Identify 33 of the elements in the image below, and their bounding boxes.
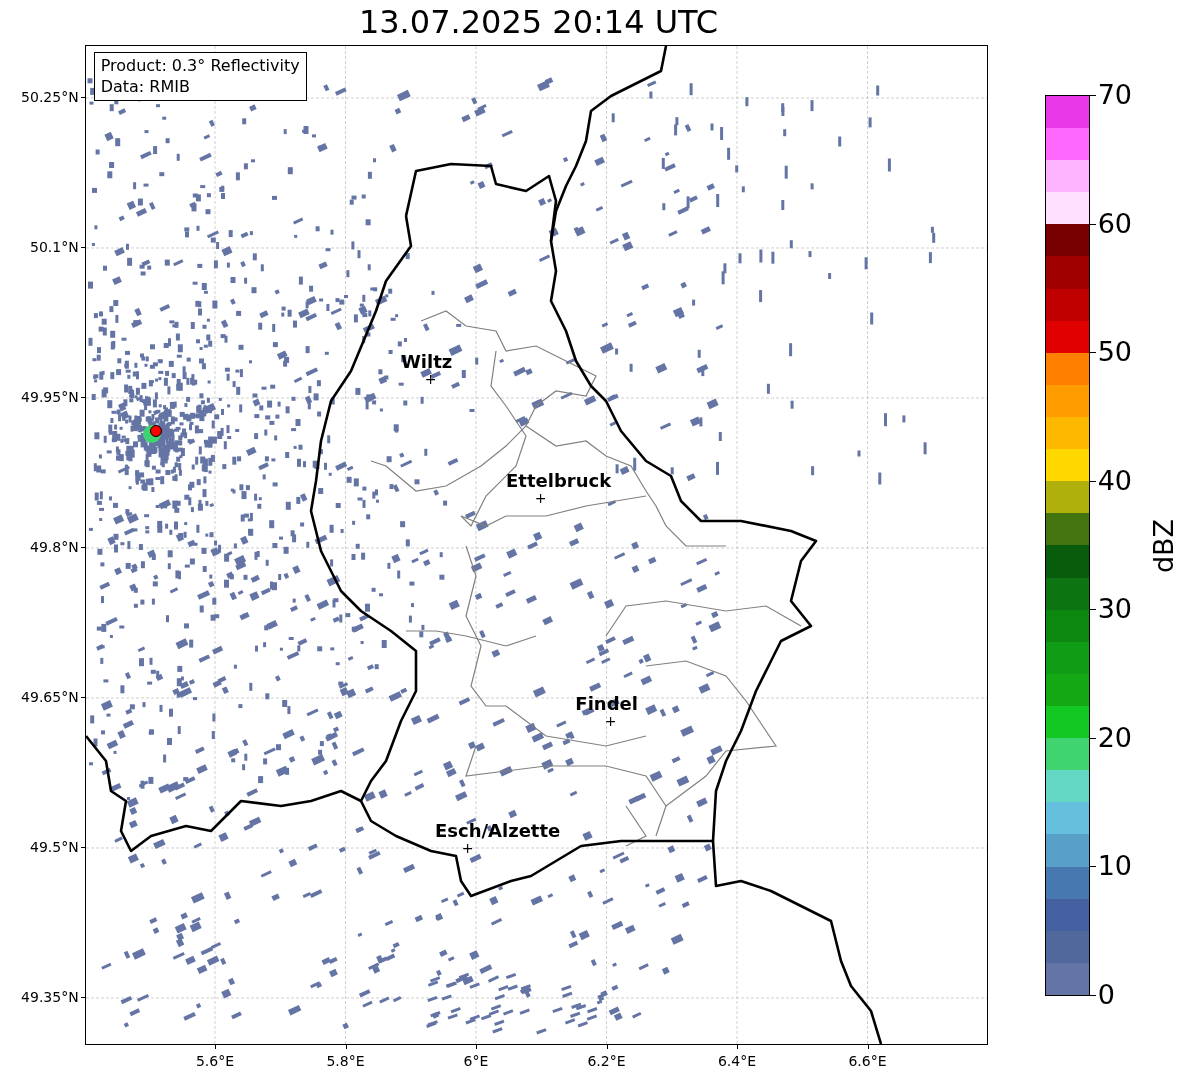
axis-tick-label: 50.1°N [29, 239, 79, 255]
axis-tick-label: 6.2°E [587, 1053, 626, 1069]
colorbar-tick-label: 10 [1097, 851, 1132, 882]
info-text: Product: 0.3° Reflectivity [100, 55, 300, 76]
colorbar-tick-label: 20 [1097, 722, 1132, 753]
colorbar-tick-label: 60 [1097, 208, 1132, 239]
axis-tick-label: 49.5°N [29, 839, 79, 855]
axis-tick-label: 5.6°E [195, 1053, 235, 1069]
colorbar-tick-label: 0 [1097, 980, 1115, 1010]
axis-tick-label: 6.4°E [717, 1053, 757, 1069]
colorbar-tick-label: 70 [1097, 80, 1132, 110]
axis-tick-label: 49.35°N [21, 989, 79, 1005]
axis-tick-label: 49.95°N [21, 389, 79, 405]
chart-title: 13.07.2025 20:14 UTC [358, 2, 719, 43]
radar-site-icon [142, 425, 162, 443]
city-marker-icon: + [604, 715, 617, 727]
city-marker-icon: + [424, 373, 437, 385]
city-marker-icon: + [534, 492, 547, 504]
axis-tick-label: 5.8°E [326, 1053, 365, 1069]
axis-tick-label: 49.65°N [21, 689, 79, 705]
colorbar-tick-label: 50 [1097, 337, 1132, 368]
city-label: Ettelbruck [506, 471, 612, 491]
axis-tick-label: 50.25°N [21, 89, 79, 105]
colorbar-tick-label: 30 [1097, 594, 1132, 625]
axis-tick-label: 6°E [463, 1053, 489, 1069]
city-label: Wiltz [401, 352, 453, 372]
city-label: Esch/Alzette [435, 821, 561, 841]
city-marker-icon: + [461, 842, 474, 854]
info-text: Data: RMIB [100, 76, 191, 97]
colorbar-tick-label: 40 [1097, 465, 1132, 496]
axis-tick-label: 49.8°N [29, 539, 79, 555]
axis-tick-label: 6.6°E [848, 1053, 887, 1069]
colorbar-label: dBZ [1148, 518, 1179, 574]
